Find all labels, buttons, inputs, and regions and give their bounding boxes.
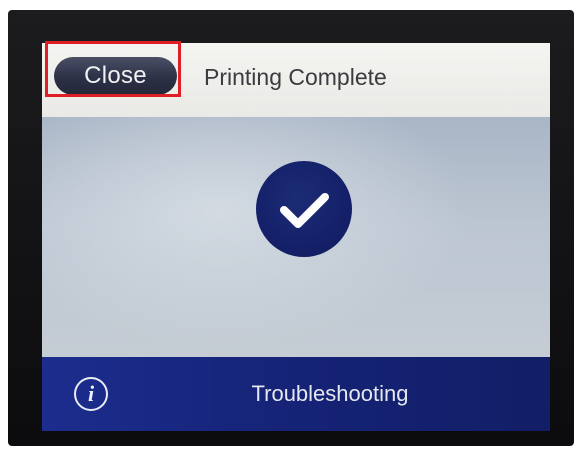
close-button[interactable]: Close xyxy=(54,57,177,95)
success-checkmark-icon xyxy=(256,161,352,257)
printer-screen: Close Printing Complete i Troubleshootin… xyxy=(42,43,550,431)
page-title: Printing Complete xyxy=(204,64,387,90)
header-bar: Close Printing Complete xyxy=(42,43,550,117)
troubleshooting-button[interactable]: Troubleshooting xyxy=(220,377,440,411)
info-glyph: i xyxy=(87,381,95,406)
footer-bar: i Troubleshooting xyxy=(42,357,550,431)
status-area xyxy=(42,117,550,357)
info-icon[interactable]: i xyxy=(74,377,108,411)
